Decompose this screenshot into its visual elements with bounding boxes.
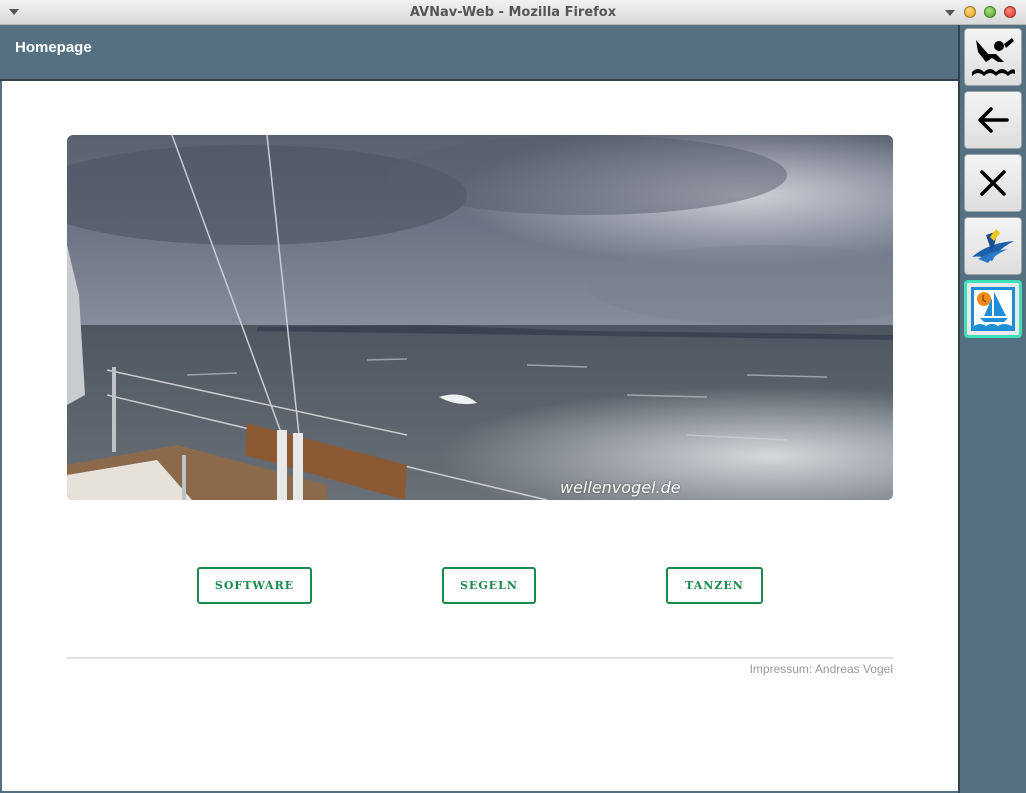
window-title: AVNav-Web - Mozilla Firefox xyxy=(409,5,617,20)
app-header: Homepage xyxy=(0,25,958,81)
hero-image: wellenvogel.de xyxy=(67,135,893,500)
page-title: Homepage xyxy=(15,39,92,56)
footer-divider xyxy=(67,657,893,659)
sailing-photo xyxy=(67,135,893,500)
back-arrow-icon xyxy=(978,107,1009,133)
right-button-panel xyxy=(958,25,1026,793)
man-overboard-button[interactable] xyxy=(964,28,1022,86)
software-button[interactable]: SOFTWARE xyxy=(197,567,312,604)
main-content: wellenvogel.de SOFTWARE SEGELN TANZEN Im… xyxy=(2,81,958,791)
window-close-button[interactable] xyxy=(1004,6,1016,18)
window-minimize-button[interactable] xyxy=(964,6,976,18)
close-icon xyxy=(980,170,1006,196)
hero-caption: wellenvogel.de xyxy=(560,478,681,497)
avnav-logo-icon xyxy=(972,229,1014,263)
tanzen-button[interactable]: TANZEN xyxy=(666,567,763,604)
wellenvogel-button[interactable] xyxy=(964,280,1022,338)
back-button[interactable] xyxy=(964,91,1022,149)
segeln-button[interactable]: SEGELN xyxy=(442,567,536,604)
impressum-link[interactable]: Impressum: Andreas Vogel xyxy=(750,662,893,676)
window-titlebar: AVNav-Web - Mozilla Firefox xyxy=(0,0,1026,25)
wellenvogel-sailboat-icon xyxy=(971,287,1015,331)
window-maximize-button[interactable] xyxy=(984,6,996,18)
avnav-button[interactable] xyxy=(964,217,1022,275)
man-overboard-icon xyxy=(972,38,1015,76)
window-dropdown-icon[interactable] xyxy=(945,10,955,16)
close-page-button[interactable] xyxy=(964,154,1022,212)
